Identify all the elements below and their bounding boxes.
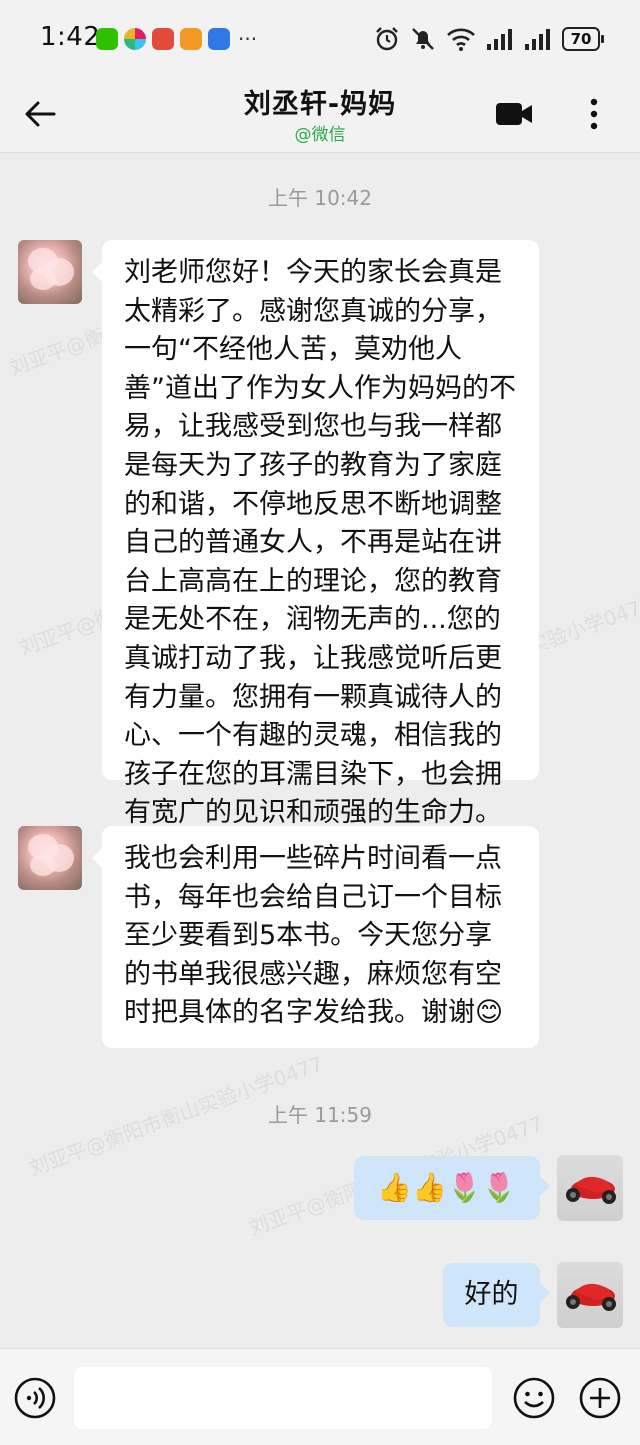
signal-icon-2 bbox=[525, 29, 550, 50]
time-divider: 上午 10:42 bbox=[268, 186, 372, 210]
message-text: 好的 bbox=[464, 1279, 519, 1310]
status-time: 1:42 bbox=[40, 22, 101, 52]
tv-notification-icon bbox=[152, 28, 174, 50]
time-divider: 上午 11:59 bbox=[268, 1103, 372, 1127]
chat-title: 刘丞轩-妈妈 bbox=[243, 89, 397, 120]
wifi-icon bbox=[447, 28, 475, 51]
motorcycle-avatar-image bbox=[566, 1283, 616, 1311]
status-notification-icons: ··· bbox=[96, 27, 257, 51]
message-bubble-received[interactable]: 我也会利用一些碎片时间看一点书，每年也会给自己订一个目标至少要看到5本书。今天您… bbox=[92, 826, 539, 1048]
wechat-notification-icon bbox=[96, 28, 118, 50]
more-vertical-icon[interactable] bbox=[580, 94, 608, 134]
status-system-icons: 70 bbox=[374, 26, 604, 52]
message-bubble-sent[interactable]: 好的 bbox=[443, 1263, 550, 1327]
flower-petal bbox=[30, 268, 56, 290]
more-notifications-indicator: ··· bbox=[238, 27, 258, 51]
plus-icon[interactable] bbox=[578, 1376, 622, 1420]
battery-indicator: 70 bbox=[562, 27, 604, 51]
message-bubble-received[interactable]: 刘老师您好！今天的家长会真是太精彩了。感谢您真诚的分享，一句“不经他人苦，莫劝他… bbox=[92, 240, 539, 867]
message-text: 刘老师您好！今天的家长会真是太精彩了。感谢您真诚的分享，一句“不经他人苦，莫劝他… bbox=[124, 257, 516, 867]
motorcycle-avatar-image bbox=[566, 1176, 616, 1204]
slack-notification-icon bbox=[124, 28, 146, 50]
voice-icon[interactable] bbox=[14, 1377, 56, 1419]
flower-petal bbox=[30, 854, 56, 876]
message-input[interactable] bbox=[74, 1367, 492, 1429]
video-call-icon[interactable] bbox=[494, 99, 534, 129]
emoji-icon[interactable] bbox=[512, 1376, 556, 1420]
chat-source-label: @微信 bbox=[294, 125, 346, 145]
contact-avatar[interactable] bbox=[18, 240, 82, 304]
bulb-notification-icon bbox=[208, 28, 230, 50]
alarm-icon bbox=[376, 27, 398, 51]
my-avatar[interactable] bbox=[557, 1155, 623, 1221]
message-bubble-sent[interactable]: 👍👍🌷🌷 bbox=[354, 1156, 550, 1220]
message-text: 我也会利用一些碎片时间看一点书，每年也会给自己订一个目标至少要看到5本书。今天您… bbox=[124, 843, 504, 1029]
chat-notification-icon bbox=[180, 28, 202, 50]
chat-screen: 1:42 ··· 70 刘丞轩-妈妈 @微信 刘亚平@衡阳市衡山实验小学0477… bbox=[0, 0, 640, 1445]
chat-header: 刘丞轩-妈妈 @微信 bbox=[0, 78, 640, 153]
status-bar: 1:42 ··· 70 bbox=[0, 0, 640, 78]
message-text: 👍👍🌷🌷 bbox=[377, 1171, 517, 1204]
mute-icon bbox=[412, 28, 434, 50]
contact-avatar[interactable] bbox=[18, 826, 82, 890]
signal-icon bbox=[487, 29, 512, 50]
message-input-bar bbox=[0, 1348, 640, 1445]
my-avatar[interactable] bbox=[557, 1262, 623, 1328]
